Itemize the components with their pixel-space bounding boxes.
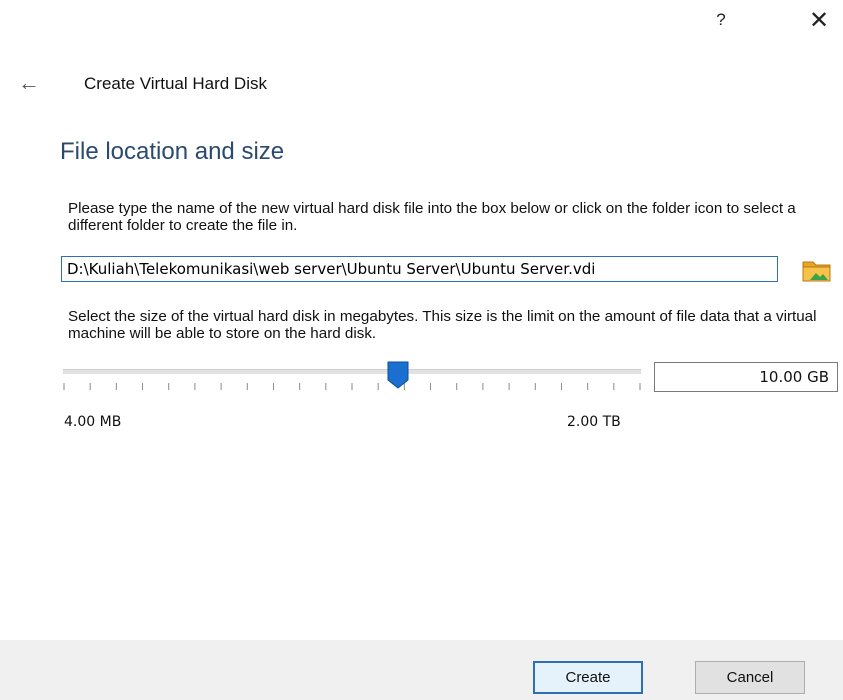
section-title: File location and size bbox=[60, 138, 285, 165]
help-button[interactable]: ? bbox=[705, 8, 737, 32]
back-arrow-icon[interactable]: ← bbox=[18, 70, 40, 96]
size-input[interactable] bbox=[654, 362, 838, 392]
slider-min-label: 4.00 MB bbox=[64, 414, 122, 430]
cancel-button[interactable]: Cancel bbox=[695, 661, 805, 694]
close-button[interactable]: ✕ bbox=[803, 7, 835, 34]
slider-max-label: 2.00 TB bbox=[567, 414, 621, 430]
size-slider-thumb[interactable] bbox=[387, 361, 409, 394]
size-description: Select the size of the virtual hard disk… bbox=[68, 308, 817, 342]
size-slider-track[interactable] bbox=[63, 369, 641, 374]
location-description: Please type the name of the new virtual … bbox=[68, 200, 796, 234]
slider-ticks bbox=[63, 383, 641, 390]
dialog-title: Create Virtual Hard Disk bbox=[84, 74, 267, 93]
folder-icon[interactable] bbox=[800, 255, 834, 285]
create-button[interactable]: Create bbox=[533, 661, 643, 694]
file-path-input[interactable] bbox=[61, 256, 778, 282]
